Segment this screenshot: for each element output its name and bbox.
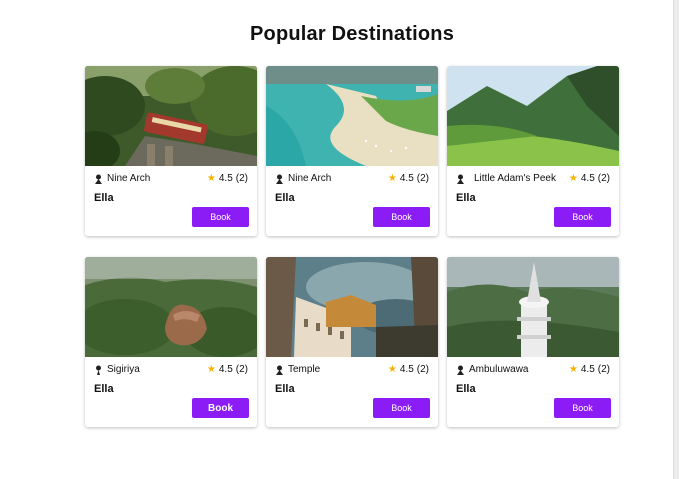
destinations-grid: Nine Arch ★ 4.5 (2) Ella Book Nine Arch …	[85, 66, 619, 427]
city-name: Ella	[275, 192, 295, 204]
star-icon: ★	[206, 363, 216, 375]
review-count: (2)	[235, 173, 248, 184]
rating-value: 4.5	[399, 364, 414, 375]
review-count: (2)	[416, 173, 429, 184]
review-count: (2)	[597, 364, 610, 375]
city-name: Ella	[456, 383, 476, 395]
destination-photo	[85, 66, 257, 166]
place-name: Ambuluwawa	[469, 364, 529, 375]
destination-card[interactable]: Nine Arch ★ 4.5 (2) Ella Book	[85, 66, 257, 236]
city-name: Ella	[94, 192, 114, 204]
review-count: (2)	[235, 364, 248, 375]
star-icon: ★	[568, 363, 578, 375]
destination-photo	[85, 257, 257, 357]
destination-photo	[447, 66, 619, 166]
destination-card[interactable]: Little Adam's Peek ★ 4.5 (2) Ella Book	[447, 66, 619, 236]
book-button[interactable]: Book	[192, 398, 249, 418]
location-pin-icon	[457, 365, 464, 375]
city-name: Ella	[456, 192, 476, 204]
star-icon: ★	[568, 172, 578, 184]
rating-value: 4.5	[218, 173, 233, 184]
page-title: Popular Destinations	[249, 23, 455, 46]
city-name: Ella	[94, 383, 114, 395]
destination-photo	[266, 66, 438, 166]
place-name: Little Adam's Peek	[474, 173, 556, 184]
book-button[interactable]: Book	[554, 398, 611, 418]
book-button[interactable]: Book	[373, 398, 430, 418]
destination-card[interactable]: Ambuluwawa ★ 4.5 (2) Ella Book	[447, 257, 619, 427]
place-name: Temple	[288, 364, 321, 375]
scrollbar[interactable]	[673, 0, 679, 479]
destination-card[interactable]: Sigiriya ★ 4.5 (2) Ella Book	[85, 257, 257, 427]
book-button[interactable]: Book	[373, 207, 430, 227]
rating-value: 4.5	[218, 364, 233, 375]
review-count: (2)	[597, 173, 610, 184]
book-button[interactable]: Book	[192, 207, 249, 227]
place-name: Sigiriya	[107, 364, 140, 375]
rating-value: 4.5	[399, 173, 414, 184]
destination-photo	[266, 257, 438, 357]
destination-photo	[447, 257, 619, 357]
location-pin-icon	[457, 174, 464, 184]
city-name: Ella	[275, 383, 295, 395]
rating-value: 4.5	[580, 173, 595, 184]
place-name: Nine Arch	[288, 173, 332, 184]
place-name: Nine Arch	[107, 173, 151, 184]
star-icon: ★	[387, 172, 397, 184]
star-icon: ★	[387, 363, 397, 375]
review-count: (2)	[416, 364, 429, 375]
location-pin-icon	[276, 174, 283, 184]
rating-value: 4.5	[580, 364, 595, 375]
location-pin-icon	[96, 365, 101, 375]
book-button[interactable]: Book	[554, 207, 611, 227]
star-icon: ★	[206, 172, 216, 184]
destination-card[interactable]: Nine Arch ★ 4.5 (2) Ella Book	[266, 66, 438, 236]
location-pin-icon	[95, 174, 102, 184]
location-pin-icon	[276, 365, 283, 375]
destination-card[interactable]: Temple ★ 4.5 (2) Ella Book	[266, 257, 438, 427]
